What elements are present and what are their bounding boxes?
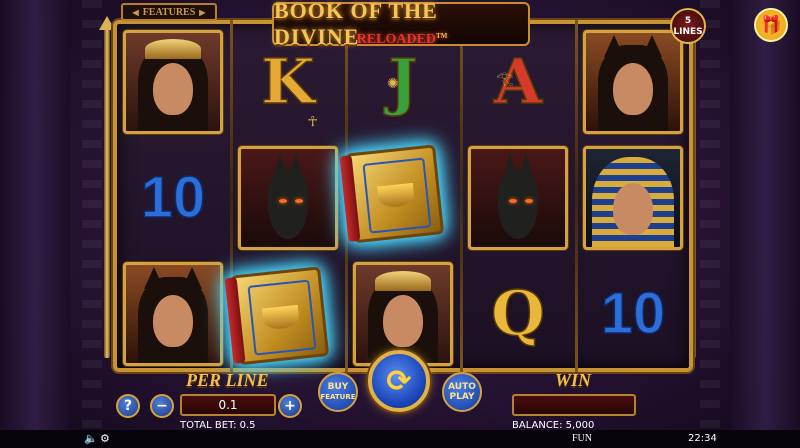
- trademark: TM: [436, 32, 448, 40]
- symbol-cleopatra: [117, 26, 229, 138]
- symbol-book-scatter: [222, 262, 334, 374]
- symbol-anubis: [232, 142, 344, 254]
- symbol-bastet: [117, 258, 229, 370]
- win-value: [512, 394, 636, 416]
- auto-play-button[interactable]: AUTO PLAY: [442, 372, 482, 412]
- left-pillar: [0, 0, 70, 448]
- features-button[interactable]: ◀ FEATURES ▶: [121, 3, 217, 21]
- scarab-icon: ✺: [387, 76, 399, 92]
- eye-of-horus-icon: 𓂀: [496, 71, 514, 87]
- hieroglyph-strip: [700, 0, 720, 448]
- status-bar: [0, 430, 800, 448]
- gift-icon: 🎁: [759, 14, 783, 36]
- settings-icon[interactable]: ⚙: [100, 432, 110, 445]
- left-spear: [99, 16, 115, 358]
- speaker-icon[interactable]: 🔈: [84, 432, 98, 445]
- symbol-book-scatter: [337, 140, 449, 252]
- per-line-label: PER LINE: [186, 370, 269, 390]
- features-label: FEATURES: [142, 6, 196, 18]
- gift-button[interactable]: 🎁: [754, 8, 788, 42]
- game-subtitle: RELOADEDTM: [352, 32, 452, 48]
- symbol-queen: Q: [490, 277, 546, 350]
- auto-play-line1: AUTO: [448, 382, 476, 392]
- triangle-left-icon: ◀: [132, 7, 139, 17]
- lines-label: LINES: [673, 27, 703, 37]
- triangle-right-icon: ▶: [199, 7, 206, 17]
- per-line-value: 0.1: [180, 394, 276, 416]
- hieroglyph-strip: [82, 0, 102, 448]
- clock: 22:34: [688, 433, 717, 444]
- right-pillar: [730, 0, 800, 448]
- win-label: WIN: [555, 370, 592, 390]
- plus-button[interactable]: +: [278, 394, 302, 418]
- spin-button[interactable]: ⟳: [368, 350, 430, 412]
- auto-play-line2: PLAY: [449, 392, 475, 402]
- lines-count: 5: [684, 16, 692, 26]
- buy-feature-line2: FEATURE: [320, 393, 356, 401]
- lines-badge: 5 LINES: [670, 8, 706, 44]
- subtitle-text: RELOADED: [356, 32, 437, 47]
- help-button[interactable]: ?: [116, 394, 140, 418]
- symbol-pharaoh: [577, 142, 689, 254]
- symbol-bastet: [577, 26, 689, 138]
- symbol-anubis: [462, 142, 574, 254]
- game-mode: FUN: [572, 433, 593, 444]
- symbol-ten: 10: [600, 281, 666, 346]
- buy-feature-button[interactable]: BUY FEATURE: [318, 372, 358, 412]
- spin-icon: ⟳: [386, 363, 412, 399]
- symbol-ten: 10: [140, 165, 206, 230]
- buy-feature-line1: BUY: [327, 382, 349, 392]
- minus-button[interactable]: −: [150, 394, 174, 418]
- ankh-icon: ☥: [307, 114, 318, 130]
